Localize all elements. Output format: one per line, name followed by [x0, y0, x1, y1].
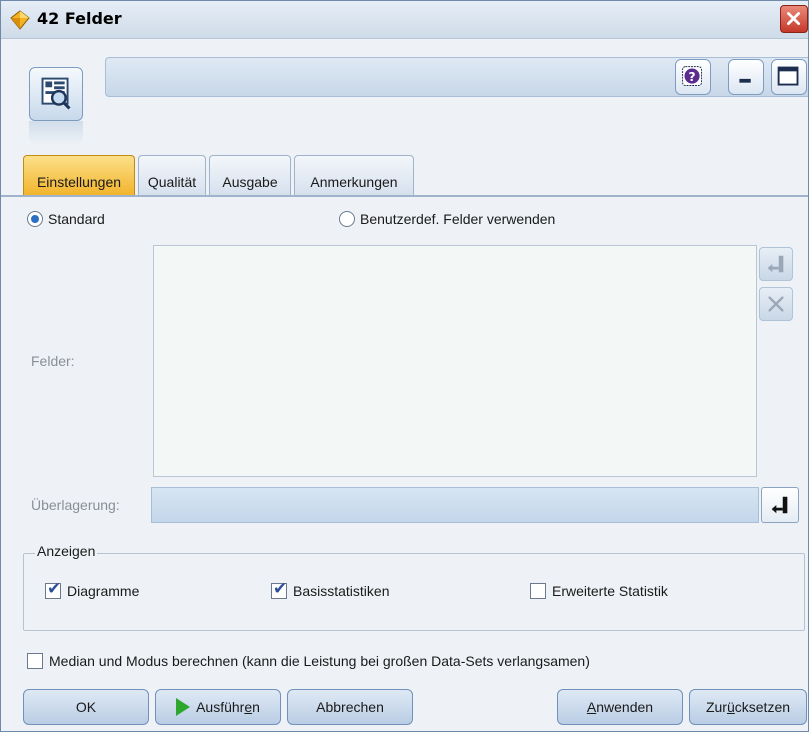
run-label-part: Ausführ: [196, 699, 245, 715]
svg-text:?: ?: [688, 70, 695, 84]
data-audit-node-icon: [29, 67, 83, 121]
advanced-stats-label: Erweiterte Statistik: [552, 583, 668, 599]
tab-divider: [1, 195, 808, 197]
basic-stats-checkbox[interactable]: [271, 579, 287, 599]
field-picker-icon: [767, 255, 784, 273]
title-bar[interactable]: 42 Felder: [1, 1, 808, 39]
charts-checkbox-row[interactable]: Diagramme: [45, 579, 140, 601]
basic-stats-checkbox-row[interactable]: Basisstatistiken: [271, 579, 390, 601]
run-label-part: n: [252, 699, 260, 715]
run-label: Ausführen: [196, 699, 260, 715]
window-title: 42 Felder: [37, 9, 122, 28]
close-icon: [787, 12, 801, 26]
charts-label: Diagramme: [67, 583, 140, 599]
help-button[interactable]: ?: [675, 59, 711, 95]
help-icon: ?: [682, 66, 702, 86]
radio-standard[interactable]: Standard: [27, 209, 105, 229]
reset-label-mnemonic: ü: [726, 699, 735, 715]
reset-label: Zurücksetzen: [706, 699, 790, 715]
tab-einstellungen[interactable]: Einstellungen: [23, 155, 135, 195]
dialog-window: 42 Felder ? Einstellungen Qualität Ausga…: [0, 0, 809, 732]
display-group-title: Anzeigen: [35, 543, 98, 559]
cancel-button[interactable]: Abbrechen: [287, 689, 413, 725]
reset-label-part: Zur: [705, 699, 727, 715]
reset-button[interactable]: Zurücksetzen: [689, 689, 807, 725]
tab-qualitaet[interactable]: Qualität: [138, 155, 206, 195]
overlay-label: Überlagerung:: [31, 497, 120, 513]
display-groupbox: [23, 553, 805, 631]
minimize-icon: [739, 78, 751, 83]
tab-ausgabe[interactable]: Ausgabe: [209, 155, 291, 195]
close-button[interactable]: [780, 5, 808, 33]
apply-label-part: nwenden: [596, 699, 654, 715]
median-checkbox-row[interactable]: Median und Modus berechnen (kann die Lei…: [27, 651, 590, 671]
run-label-mnemonic: e: [244, 699, 253, 715]
maximize-icon: [777, 66, 799, 86]
basic-stats-label: Basisstatistiken: [293, 583, 390, 599]
reset-label-part: cksetzen: [734, 699, 791, 715]
field-picker-icon: [771, 496, 788, 514]
overlay-field[interactable]: [151, 487, 759, 523]
radio-standard-indicator[interactable]: [27, 211, 43, 227]
node-diamond-icon: [10, 10, 30, 30]
run-button[interactable]: Ausführen: [155, 689, 281, 725]
apply-label-mnemonic: A: [586, 699, 597, 715]
apply-button[interactable]: Anwenden: [557, 689, 683, 725]
ok-button[interactable]: OK: [23, 689, 149, 725]
field-picker-button[interactable]: [759, 247, 793, 281]
median-checkbox[interactable]: [27, 653, 43, 669]
radio-standard-label: Standard: [48, 211, 105, 227]
radio-custom-label: Benutzerdef. Felder verwenden: [360, 211, 556, 227]
delete-icon: [768, 296, 784, 312]
fields-label: Felder:: [31, 353, 75, 369]
advanced-stats-checkbox[interactable]: [530, 583, 546, 599]
tab-anmerkungen[interactable]: Anmerkungen: [294, 155, 414, 195]
radio-custom-indicator[interactable]: [339, 211, 355, 227]
apply-label: Anwenden: [587, 699, 653, 715]
charts-checkbox[interactable]: [45, 579, 61, 599]
remove-field-button[interactable]: [759, 287, 793, 321]
maximize-button[interactable]: [771, 59, 807, 95]
node-icon-reflection: [29, 121, 83, 145]
minimize-button[interactable]: [728, 59, 764, 95]
overlay-picker-button[interactable]: [761, 487, 799, 523]
median-label: Median und Modus berechnen (kann die Lei…: [49, 653, 590, 669]
advanced-stats-checkbox-row[interactable]: Erweiterte Statistik: [530, 581, 668, 601]
radio-custom-fields[interactable]: Benutzerdef. Felder verwenden: [339, 209, 555, 229]
play-icon: [176, 698, 191, 716]
fields-list[interactable]: [153, 245, 757, 477]
